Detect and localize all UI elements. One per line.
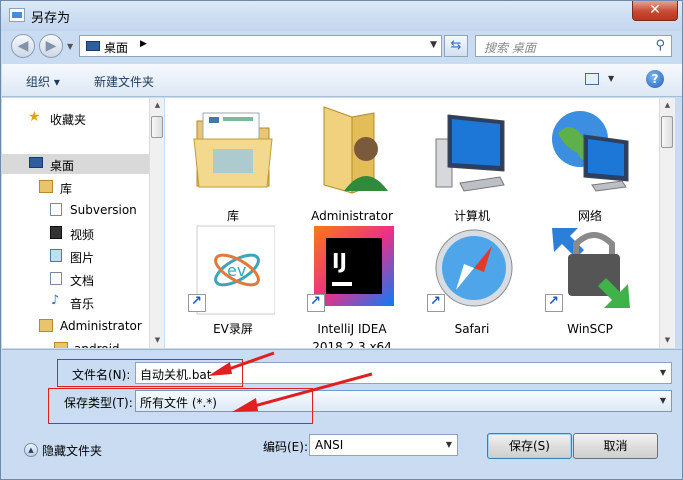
file-label: 计算机 <box>453 209 490 223</box>
library-folder-icon <box>193 112 273 188</box>
document-icon <box>50 272 62 285</box>
sidebar-item-library[interactable]: 库 <box>2 177 149 197</box>
sidebar-item-label: 收藏夹 <box>50 113 87 127</box>
sidebar-item-label: 文档 <box>70 274 95 288</box>
annotation-arrow-filename <box>208 351 275 376</box>
scroll-up-arrow[interactable]: ▲ <box>660 98 675 113</box>
file-label: 网络 <box>577 209 602 223</box>
file-list-scrollbar[interactable]: ▲ ▼ <box>659 98 675 348</box>
command-bar: 组织 ▾ 新建文件夹 ▼ ? <box>2 64 682 97</box>
sidebar-item-label: 桌面 <box>50 159 75 173</box>
shortcut-arrow-icon <box>427 294 445 312</box>
computer-icon <box>435 114 505 192</box>
video-icon <box>50 226 62 239</box>
sidebar-item-label: Subversion <box>70 203 137 217</box>
user-icon <box>39 319 53 332</box>
sidebar-item-music[interactable]: ♪ 音乐 <box>2 292 149 312</box>
folder-icon <box>54 342 68 348</box>
scrollbar-thumb[interactable] <box>151 116 163 138</box>
save-as-dialog: 另存为 ✕ ◀ ▶ ▼ 桌面 ▶ ▼ ⇆ 搜索 桌面 ⚲ 组织 ▾ 新建文件夹 … <box>0 0 683 480</box>
document-icon <box>50 203 62 216</box>
scroll-down-arrow[interactable]: ▼ <box>660 333 675 348</box>
file-label: 库 <box>226 209 239 223</box>
sidebar-item-pictures[interactable]: 图片 <box>2 246 149 266</box>
address-dropdown[interactable]: ▼ <box>430 40 437 50</box>
back-button[interactable]: ◀ <box>11 34 35 58</box>
chevron-right-icon[interactable]: ▶ <box>140 39 147 49</box>
window-icon <box>9 8 25 22</box>
network-icon <box>552 111 629 192</box>
shortcut-arrow-icon <box>188 294 206 312</box>
shortcut-arrow-icon <box>307 294 325 312</box>
file-label: EV录屏 <box>213 322 253 336</box>
search-icon[interactable]: ⚲ <box>655 38 665 53</box>
sidebar-item-label: 音乐 <box>70 297 95 311</box>
svg-text:IJ: IJ <box>332 249 347 273</box>
desktop-icon <box>86 41 100 51</box>
annotation-arrow-filetype <box>232 372 373 412</box>
desktop-icon <box>29 157 43 168</box>
file-label: WinSCP <box>567 322 613 336</box>
address-location[interactable]: 桌面 <box>104 39 128 56</box>
user-folder-icon <box>323 106 388 194</box>
window-title: 另存为 <box>31 11 71 26</box>
sidebar-item-android[interactable]: android <box>2 339 149 348</box>
sidebar-item-videos[interactable]: 视频 <box>2 223 149 243</box>
library-icon <box>39 180 53 193</box>
organize-menu[interactable]: 组织 ▾ <box>26 73 60 90</box>
address-bar[interactable]: 桌面 ▶ ▼ <box>79 35 442 57</box>
refresh-button[interactable]: ⇆ <box>444 35 468 57</box>
view-options-dropdown[interactable]: ▼ <box>608 74 614 83</box>
scroll-down-arrow[interactable]: ▼ <box>150 333 165 348</box>
sidebar-item-label: 库 <box>60 182 73 196</box>
navigation-pane: ★ 收藏夹 桌面 库 Subversion 视频 图片 文档 ♪ 音乐 Admi… <box>2 98 150 348</box>
sidebar-item-subversion[interactable]: Subversion <box>2 200 149 220</box>
save-options-panel: 文件名(N): 自动关机.bat ▼ 保存类型(T): 所有文件 (*.*) ▼… <box>2 349 682 479</box>
scroll-up-arrow[interactable]: ▲ <box>150 98 165 113</box>
search-input[interactable]: 搜索 桌面 ⚲ <box>475 35 672 57</box>
sidebar-item-label: 图片 <box>70 251 95 265</box>
file-label: Safari <box>454 322 490 336</box>
file-label: IntelliJ IDEA 2018.2.3 x64 <box>312 322 392 348</box>
sidebar-item-administrator[interactable]: Administrator <box>2 316 149 336</box>
picture-icon <box>50 249 62 262</box>
navigation-bar: ◀ ▶ ▼ 桌面 ▶ ▼ ⇆ 搜索 桌面 ⚲ <box>1 31 682 61</box>
star-icon: ★ <box>28 109 41 125</box>
view-options-icon[interactable] <box>585 73 599 85</box>
sidebar-item-label: Administrator <box>60 319 142 333</box>
svg-text:ev: ev <box>227 261 246 280</box>
sidebar-item-favorites[interactable]: ★ 收藏夹 <box>2 108 149 128</box>
scrollbar-thumb[interactable] <box>661 116 673 148</box>
sidebar-item-label: 视频 <box>70 228 95 242</box>
new-folder-button[interactable]: 新建文件夹 <box>94 73 154 90</box>
search-placeholder: 搜索 桌面 <box>484 41 536 55</box>
close-button[interactable]: ✕ <box>632 1 678 21</box>
title-bar[interactable]: 另存为 ✕ <box>1 1 682 31</box>
sidebar-item-desktop[interactable]: 桌面 <box>2 154 149 174</box>
music-icon: ♪ <box>51 293 60 308</box>
recent-locations-dropdown[interactable]: ▼ <box>67 42 73 51</box>
sidebar-item-documents[interactable]: 文档 <box>2 269 149 289</box>
sidebar-item-label: android <box>74 342 120 348</box>
shortcut-arrow-icon <box>545 294 563 312</box>
forward-button[interactable]: ▶ <box>39 34 63 58</box>
navigation-scrollbar[interactable]: ▲ ▼ <box>149 98 164 348</box>
file-list: 库 Administrator 计算机 网络 ev ↗ EV录屏 IJ ↗ In… <box>165 98 659 348</box>
annotation-arrows <box>208 351 373 412</box>
file-label: Administrator <box>311 209 393 223</box>
help-button[interactable]: ? <box>646 70 664 88</box>
